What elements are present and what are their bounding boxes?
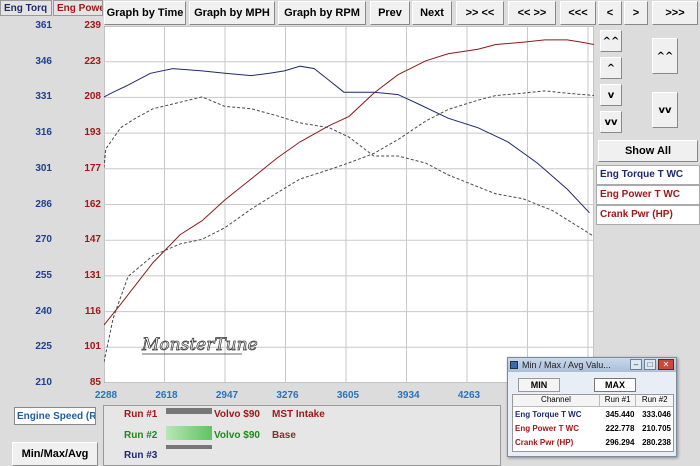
scroll-down-fast-button[interactable]: vv <box>600 111 622 133</box>
tab-max[interactable]: MAX <box>594 378 636 392</box>
close-icon[interactable]: ✕ <box>658 359 674 370</box>
run-1-label[interactable]: Run #1 <box>124 409 164 425</box>
monstertune-watermark: MonsterTune <box>141 335 258 356</box>
y-left-tick: 255 <box>35 269 52 281</box>
zoom-in-button[interactable]: >> << <box>456 1 504 25</box>
y-right-tick: 193 <box>84 127 101 139</box>
graph-by-mph-button[interactable]: Graph by MPH <box>189 1 275 25</box>
y-right-tick: 162 <box>84 198 101 210</box>
scroll-down-button[interactable]: v <box>600 84 622 106</box>
table-row: Eng Power T WC 222.778 210.705 <box>513 421 673 435</box>
y-left-tick: 316 <box>35 127 52 139</box>
graph-by-time-button[interactable]: Graph by Time <box>104 1 186 25</box>
x-tick: 3276 <box>276 390 299 401</box>
header-channel: Channel <box>513 395 600 406</box>
channel-tab-eng-torque[interactable]: Eng Torq <box>0 0 52 16</box>
scroll-left-button[interactable]: < <box>598 1 622 25</box>
y-left-tick: 361 <box>35 20 52 31</box>
table-row: Crank Pwr (HP) 296.294 280.238 <box>513 435 673 449</box>
run-2-car: Volvo $90 <box>214 430 260 441</box>
scroll-up-button[interactable]: ^ <box>600 57 622 79</box>
cell-channel: Crank Pwr (HP) <box>515 437 574 447</box>
y-right-tick: 223 <box>84 55 101 67</box>
y-left-tick: 286 <box>35 198 52 210</box>
y-left-tick: 225 <box>35 341 52 353</box>
minimize-icon[interactable]: – <box>630 359 642 370</box>
cell-run-1: 222.778 <box>605 423 635 433</box>
cell-run-2: 333.046 <box>642 409 671 419</box>
y-left-tick: 346 <box>35 55 52 67</box>
y-left-tick: 210 <box>35 377 52 388</box>
y-right-tick: 177 <box>84 162 101 174</box>
minmax-window[interactable]: Min / Max / Avg Valu... – □ ✕ MIN MAX Ch… <box>507 357 677 457</box>
x-tick: 2947 <box>215 390 239 401</box>
window-titlebar[interactable]: Min / Max / Avg Valu... – □ ✕ <box>508 358 676 372</box>
table-row: Eng Torque T WC 345.440 333.046 <box>513 407 673 421</box>
x-tick: 3934 <box>397 390 420 401</box>
scroll-far-left-button[interactable]: <<< <box>560 1 596 25</box>
tab-min[interactable]: MIN <box>518 378 560 392</box>
minmax-avg-button[interactable]: Min/Max/Avg <box>12 442 98 466</box>
cell-run-2: 210.705 <box>642 423 671 433</box>
y-left-tick: 270 <box>35 234 52 246</box>
run-1-swatch <box>166 408 212 414</box>
zoom-out-button[interactable]: << >> <box>508 1 556 25</box>
graph-by-rpm-button[interactable]: Graph by RPM <box>278 1 366 25</box>
x-channel-selector[interactable]: Engine Speed (RI <box>14 407 96 425</box>
y-left-tick: 240 <box>35 305 52 317</box>
cell-run-2: 280.238 <box>642 437 671 447</box>
y-right-tick: 239 <box>84 20 101 31</box>
show-all-button[interactable]: Show All <box>598 140 698 162</box>
channel-tab-eng-power[interactable]: Eng Powe <box>53 0 103 16</box>
run-3-swatch <box>166 445 212 449</box>
y-left-tick: 301 <box>35 162 52 174</box>
values-table: Channel Run #1 Run #2 Eng Torque T WC 345… <box>512 394 674 452</box>
x-tick: 2288 <box>94 390 118 401</box>
next-button[interactable]: Next <box>412 1 452 25</box>
run-2-swatch <box>166 426 212 440</box>
cell-run-1: 296.294 <box>605 437 635 447</box>
zoom-y-out-button[interactable]: vv <box>652 92 678 128</box>
run-2-desc: Base <box>272 430 296 441</box>
x-tick: 2618 <box>155 390 178 401</box>
maximize-icon[interactable]: □ <box>644 359 656 370</box>
y-right-tick: 101 <box>84 341 101 353</box>
legend-eng-power[interactable]: Eng Power T WC <box>596 185 700 205</box>
legend-crank-pwr[interactable]: Crank Pwr (HP) <box>596 205 700 225</box>
dyno-chart[interactable]: MonsterTune <box>104 26 594 383</box>
header-run-2: Run #2 <box>641 395 668 404</box>
run-3-label[interactable]: Run #3 <box>124 450 164 466</box>
run-2-label[interactable]: Run #2 <box>124 430 164 446</box>
y-right-tick: 208 <box>84 91 101 103</box>
cell-channel: Eng Torque T WC <box>515 409 582 419</box>
y-right-tick: 131 <box>84 269 101 281</box>
cell-channel: Eng Power T WC <box>515 423 579 433</box>
y-left-tick: 331 <box>35 91 52 103</box>
y-right-tick: 116 <box>84 305 101 317</box>
x-tick: 3605 <box>336 390 360 401</box>
legend-eng-torque[interactable]: Eng Torque T WC <box>596 165 700 185</box>
zoom-y-in-button[interactable]: ^^ <box>652 38 678 74</box>
header-run-1: Run #1 <box>600 395 637 406</box>
run-1-car: Volvo $90 <box>214 409 260 420</box>
cell-run-1: 345.440 <box>605 409 635 419</box>
x-tick: 4263 <box>457 390 481 401</box>
svg-text:MonsterTune: MonsterTune <box>141 335 258 355</box>
run-1-desc: MST Intake <box>272 409 325 420</box>
y-right-tick: 85 <box>89 377 101 388</box>
scroll-up-fast-button[interactable]: ^^ <box>600 30 622 52</box>
scroll-right-button[interactable]: > <box>624 1 648 25</box>
window-icon <box>510 361 518 369</box>
prev-button[interactable]: Prev <box>370 1 410 25</box>
scroll-far-right-button[interactable]: >>> <box>652 1 698 25</box>
window-title: Min / Max / Avg Valu... <box>522 360 611 370</box>
y-right-tick: 147 <box>84 234 101 246</box>
